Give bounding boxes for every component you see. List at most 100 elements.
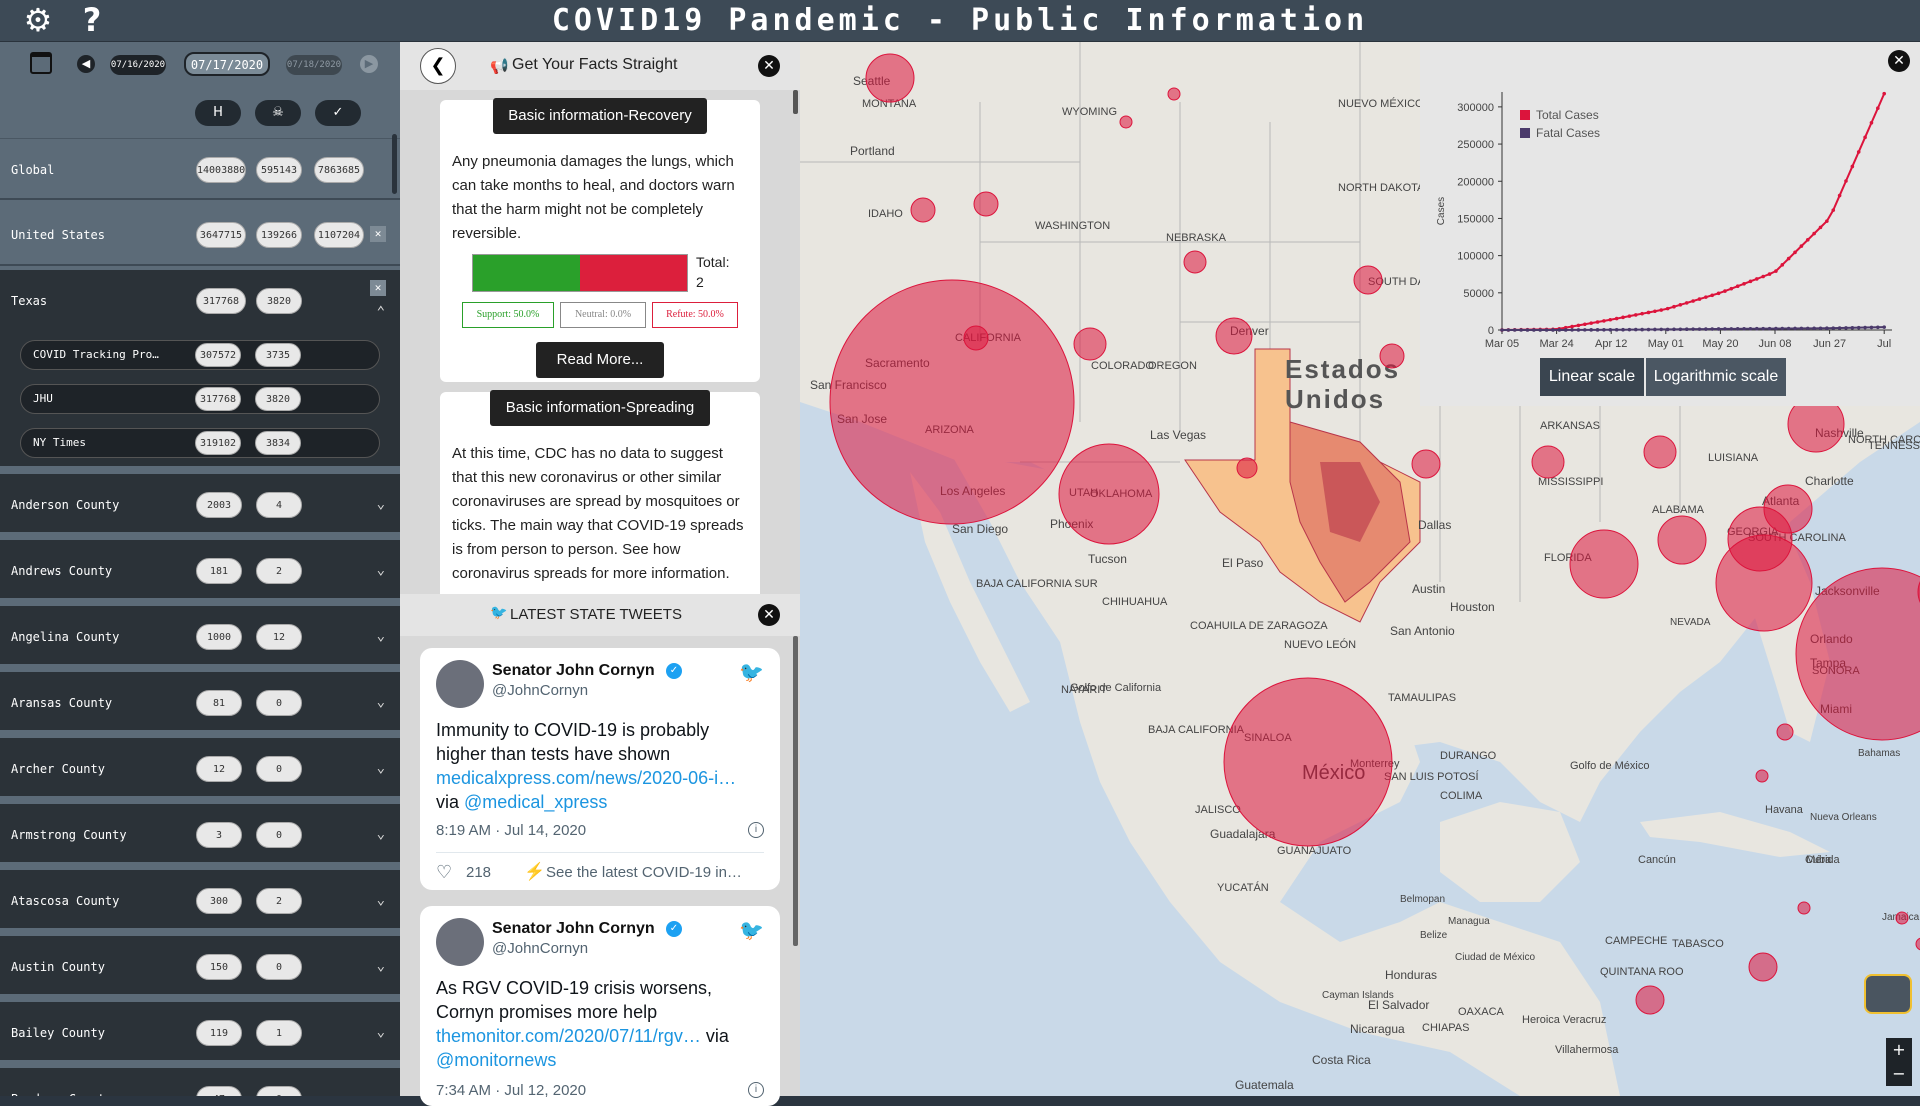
region-row-texas[interactable]: Texas 317768 3820 ✕ ⌃ [0,270,400,332]
tweet-mention[interactable]: @medical_xpress [464,792,607,812]
case-bubble[interactable] [1236,457,1258,479]
case-bubble[interactable] [1755,769,1769,783]
tweet-card[interactable]: Senator John Cornyn ✓ @JohnCornyn 🐦 Immu… [420,648,780,890]
case-bubble[interactable] [1223,677,1393,847]
scrollbar[interactable] [392,134,397,194]
county-row[interactable]: Austin County 150 0 ⌄ [0,936,400,998]
case-bubble[interactable] [1058,443,1160,545]
chevron-up-icon[interactable]: ⌃ [377,304,385,320]
chevron-down-icon[interactable]: ⌄ [377,562,385,578]
tweet-handle[interactable]: @JohnCornyn [492,682,588,699]
case-bubble[interactable] [1569,529,1639,599]
heart-icon[interactable]: ♡ [436,862,452,883]
case-bubble[interactable] [1073,327,1107,361]
chevron-down-icon[interactable]: ⌄ [377,628,385,644]
case-bubble[interactable] [865,53,915,103]
county-row[interactable]: Bailey County 119 1 ⌄ [0,1002,400,1064]
facts-scrollbar[interactable] [793,90,798,114]
data-point [1704,327,1708,331]
remove-region-icon[interactable]: ✕ [370,226,386,242]
case-bubble[interactable] [1353,265,1383,295]
tweet-time[interactable]: 7:34 AM · Jul 12, 2020 [436,1082,586,1099]
chevron-down-icon[interactable]: ⌄ [377,892,385,908]
case-bubble[interactable] [1531,445,1565,479]
chevron-down-icon[interactable]: ⌄ [377,958,385,974]
hospital-filter-button[interactable]: H [195,100,241,126]
case-bubble[interactable] [1167,87,1181,101]
see-more-link[interactable]: See the latest COVID-19 in… [546,864,742,881]
refute-button[interactable]: Refute: 50.0% [652,302,738,328]
next-date-icon[interactable]: ▶ [360,55,378,73]
tweet-handle[interactable]: @JohnCornyn [492,940,588,957]
case-bubble[interactable] [1379,343,1405,369]
case-bubble[interactable] [1895,911,1909,925]
chatbot-icon[interactable] [1864,974,1912,1014]
read-more-button[interactable]: Read More... [536,342,664,378]
case-bubble[interactable] [1119,115,1133,129]
prev-date-button[interactable]: 07/16/2020 [110,55,166,75]
calendar-icon[interactable] [30,52,52,74]
county-row[interactable]: Archer County 12 0 ⌄ [0,738,400,800]
close-tweets-icon[interactable]: ✕ [758,604,780,626]
close-chart-icon[interactable]: ✕ [1888,50,1910,72]
support-button[interactable]: Support: 50.0% [462,302,554,328]
source-row-covid-tracking[interactable]: COVID Tracking Pro… 307572 3735 [20,340,380,370]
case-bubble[interactable] [1776,723,1794,741]
case-bubble[interactable] [1411,449,1441,479]
case-bubble[interactable] [1657,515,1707,565]
county-row[interactable]: Andrews County 181 2 ⌄ [0,540,400,602]
case-bubble[interactable] [910,197,936,223]
county-row[interactable]: Atascosa County 300 2 ⌄ [0,870,400,932]
county-row[interactable]: Armstrong County 3 0 ⌄ [0,804,400,866]
case-bubble[interactable] [1215,317,1253,355]
chevron-down-icon[interactable]: ⌄ [377,826,385,842]
tweet-link[interactable]: themonitor.com/2020/07/11/rgv… [436,1026,701,1046]
log-scale-button[interactable]: Logarithmic scale [1646,358,1786,396]
tweet-mention[interactable]: @monitornews [436,1050,556,1070]
chevron-down-icon[interactable]: ⌄ [377,1024,385,1040]
case-bubble[interactable] [1715,534,1813,632]
case-bubble[interactable] [1635,985,1665,1015]
case-bubble[interactable] [1795,567,1920,741]
case-bubble[interactable] [1643,435,1677,469]
zoom-out-button[interactable]: − [1886,1062,1912,1086]
chevron-down-icon[interactable]: ⌄ [377,1090,385,1096]
tweet-link[interactable]: medicalxpress.com/news/2020-06-i… [436,768,736,788]
source-row-ny-times[interactable]: NY Times 319102 3834 [20,428,380,458]
source-row-jhu[interactable]: JHU 317768 3820 [20,384,380,414]
tweet-author[interactable]: Senator John Cornyn [492,920,655,938]
linear-scale-button[interactable]: Linear scale [1540,358,1644,396]
chevron-down-icon[interactable]: ⌄ [377,496,385,512]
chevron-down-icon[interactable]: ⌄ [377,760,385,776]
remove-region-icon[interactable]: ✕ [370,280,386,296]
case-bubble[interactable] [829,279,1075,525]
tweets-scrollbar[interactable] [793,636,798,946]
region-row-united-states[interactable]: United States 3647715 139266 1107204 ✕ [0,204,400,266]
back-button[interactable]: ❮ [420,48,456,84]
region-row-global[interactable]: Global 14003880 595143 7863685 [0,138,400,200]
case-bubble[interactable] [1797,901,1811,915]
current-date-button[interactable]: 07/17/2020 [184,52,270,76]
info-icon[interactable]: i [748,822,764,838]
tweet-card[interactable]: Senator John Cornyn ✓ @JohnCornyn 🐦 As R… [420,906,780,1106]
tweet-author[interactable]: Senator John Cornyn [492,662,655,680]
county-row[interactable]: Anderson County 2003 4 ⌄ [0,474,400,536]
twitter-logo-icon[interactable]: 🐦 [739,660,764,685]
county-row[interactable]: Bandera County 47 0 ⌄ [0,1068,400,1096]
case-bubble[interactable] [1748,952,1778,982]
county-row[interactable]: Angelina County 1000 12 ⌄ [0,606,400,668]
deaths-filter-button[interactable]: ☠ [255,100,301,126]
next-date-button[interactable]: 07/18/2020 [286,55,342,75]
county-row[interactable]: Aransas County 81 0 ⌄ [0,672,400,734]
prev-date-icon[interactable]: ◀ [77,55,95,73]
zoom-in-button[interactable]: + [1886,1038,1912,1062]
case-bubble[interactable] [1183,250,1207,274]
case-bubble[interactable] [1915,937,1920,951]
neutral-button[interactable]: Neutral: 0.0% [560,302,646,328]
chevron-down-icon[interactable]: ⌄ [377,694,385,710]
case-bubble[interactable] [973,191,999,217]
close-facts-icon[interactable]: ✕ [758,55,780,77]
recovered-filter-button[interactable]: ✓ [315,100,361,126]
tweet-time[interactable]: 8:19 AM · Jul 14, 2020 [436,822,586,839]
twitter-logo-icon[interactable]: 🐦 [739,918,764,943]
